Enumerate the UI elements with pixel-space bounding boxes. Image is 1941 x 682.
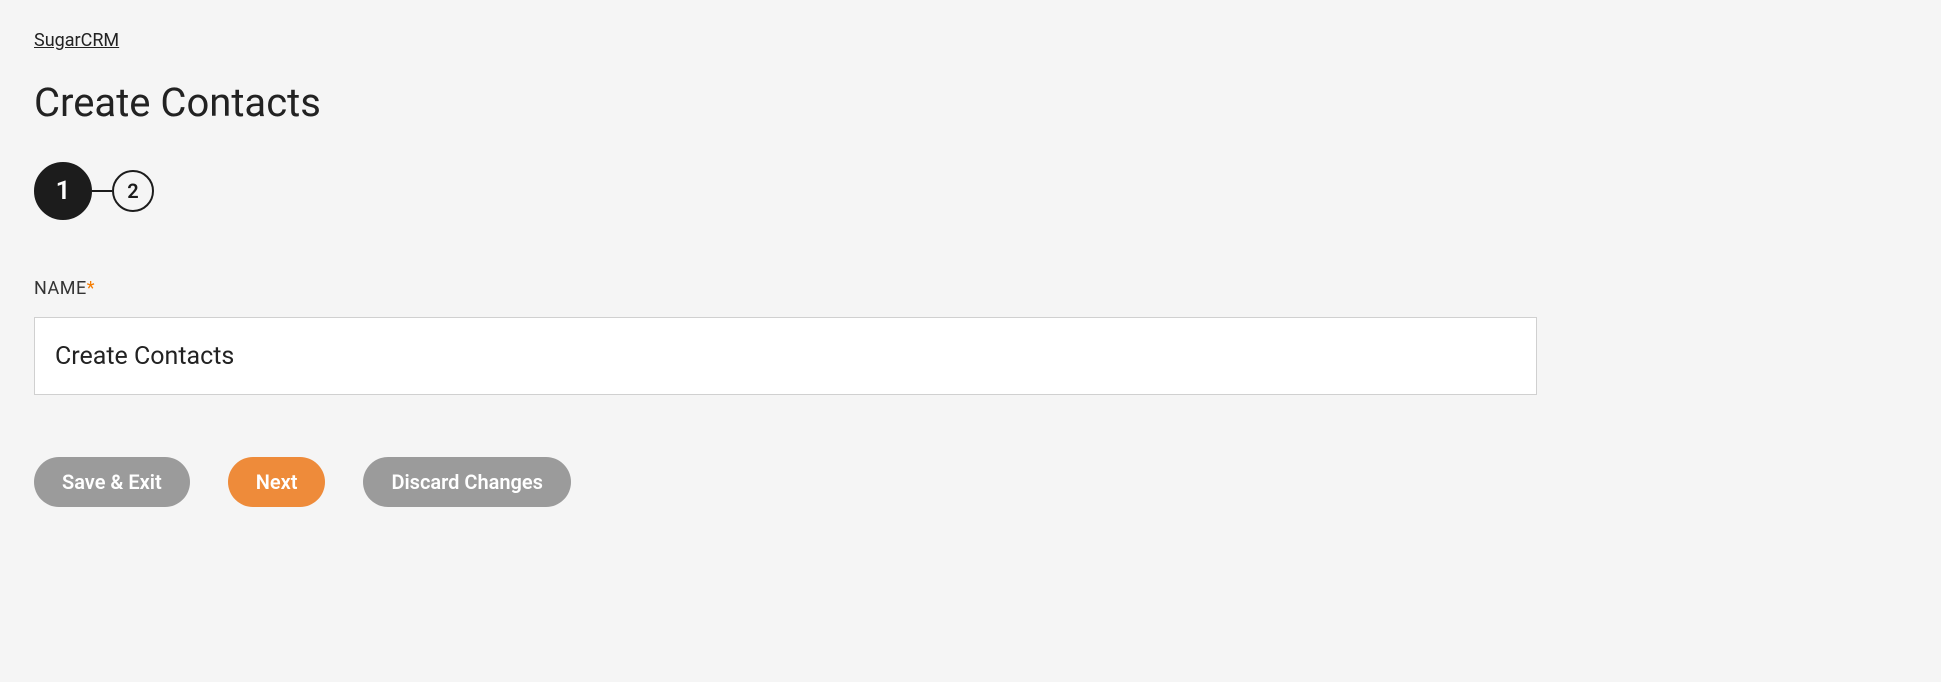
name-label-text: NAME	[34, 278, 87, 299]
button-row: Save & Exit Next Discard Changes	[34, 457, 1907, 507]
required-asterisk: *	[87, 278, 95, 299]
discard-changes-button[interactable]: Discard Changes	[363, 457, 571, 507]
name-input[interactable]	[34, 317, 1537, 395]
save-exit-button[interactable]: Save & Exit	[34, 457, 190, 507]
stepper: 1 2	[34, 162, 1907, 220]
name-field-label: NAME*	[34, 278, 1907, 299]
breadcrumb-link[interactable]: SugarCRM	[34, 30, 119, 51]
step-1[interactable]: 1	[34, 162, 92, 220]
next-button[interactable]: Next	[228, 457, 326, 507]
page-title: Create Contacts	[34, 79, 1907, 126]
step-2[interactable]: 2	[112, 170, 154, 212]
step-connector	[92, 190, 112, 192]
